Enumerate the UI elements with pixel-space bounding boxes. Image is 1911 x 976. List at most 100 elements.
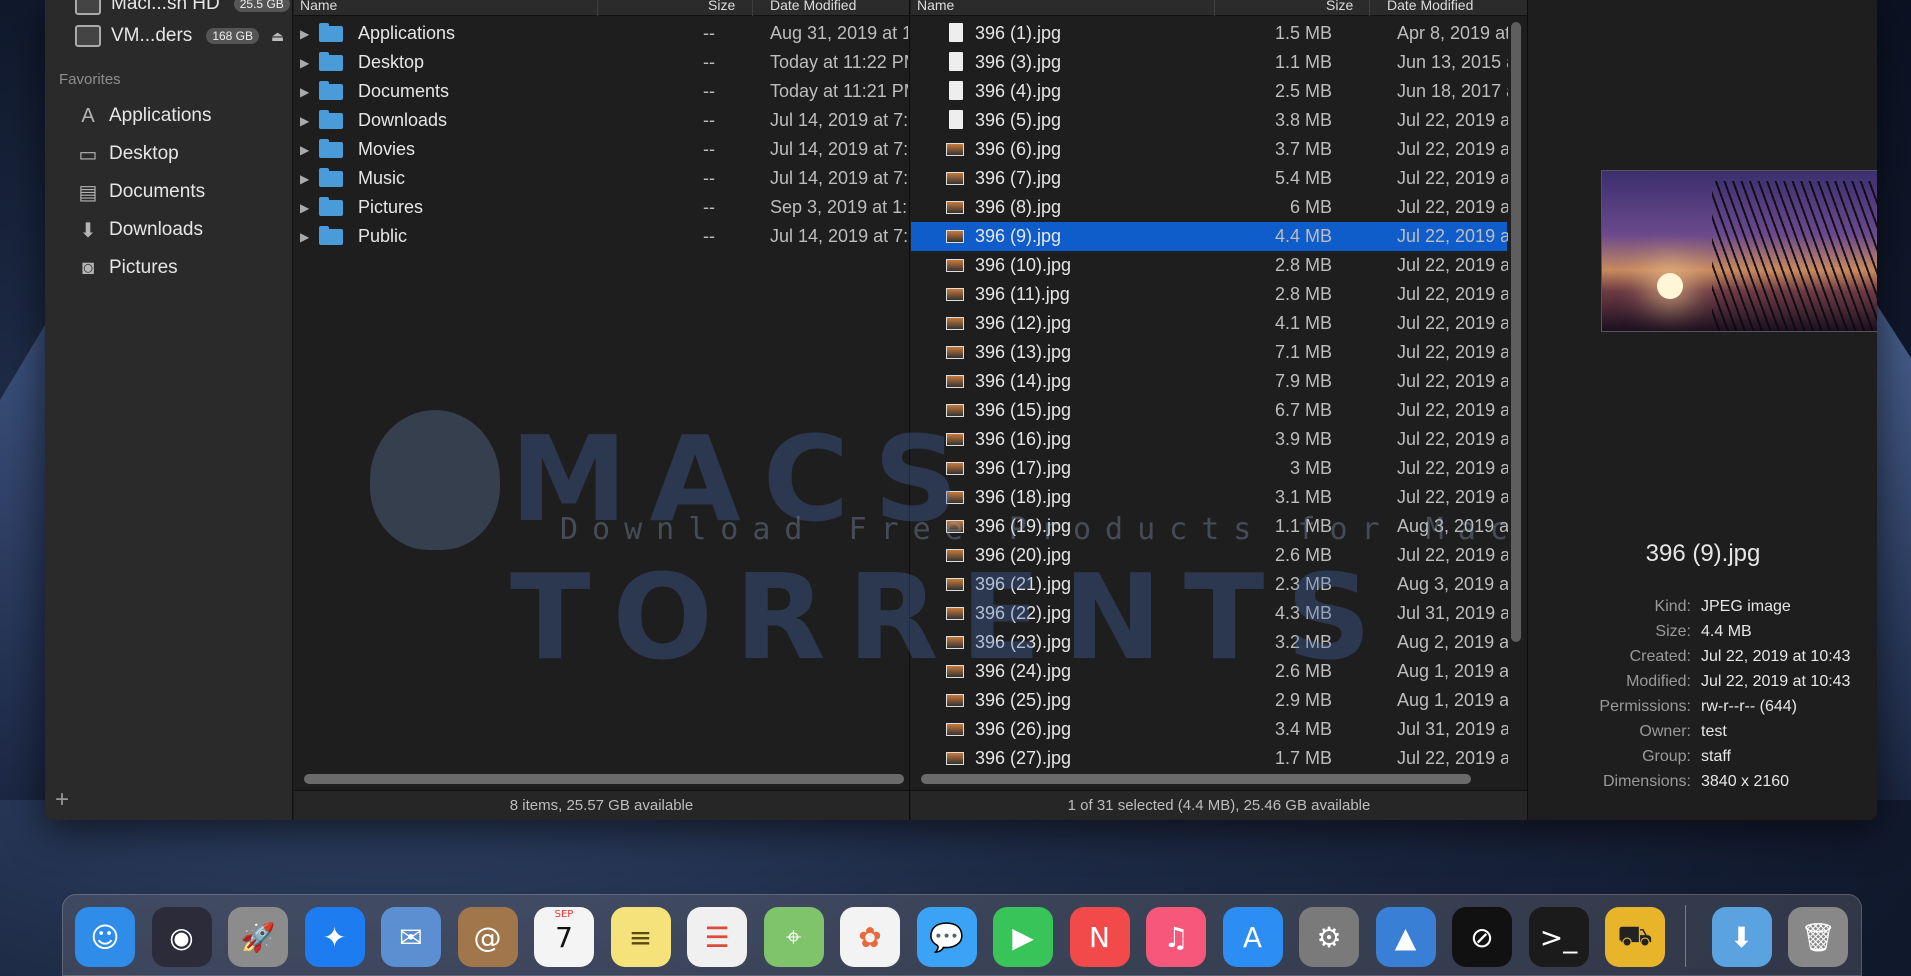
notes-icon[interactable]: ≡ <box>610 907 671 967</box>
finder-icon[interactable]: ☺ <box>75 907 135 967</box>
file-row[interactable]: 396 (24).jpg 2.6 MB Aug 1, 2019 at 12:5 <box>911 657 1508 686</box>
file-row[interactable]: 396 (23).jpg 3.2 MB Aug 2, 2019 at 11:3 <box>911 628 1508 657</box>
storage-badge: 168 GB <box>206 28 260 44</box>
file-row[interactable]: 396 (10).jpg 2.8 MB Jul 22, 2019 at 10:4 <box>911 251 1508 280</box>
file-row[interactable]: 396 (5).jpg 3.8 MB Jul 22, 2019 at 10:4 <box>911 106 1508 135</box>
row-date: Aug 3, 2019 at 4:30 <box>1397 574 1508 594</box>
file-row[interactable]: 396 (6).jpg 3.7 MB Jul 22, 2019 at 10:4 <box>911 135 1508 164</box>
trash-icon[interactable]: 🗑 <box>1788 907 1848 967</box>
sidebar-item-downloads[interactable]: ⬇ Downloads <box>75 214 203 246</box>
name-header[interactable]: Name <box>300 0 337 13</box>
maps-icon[interactable]: ⌖ <box>763 907 824 967</box>
facetime-icon[interactable]: ▶ <box>993 907 1053 967</box>
downloads-folder-icon[interactable]: ⬇ <box>1711 907 1772 967</box>
terminal-icon[interactable]: >_ <box>1528 907 1589 967</box>
row-name: 396 (10).jpg <box>975 255 1072 275</box>
sidebar-item-desktop[interactable]: ▭ Desktop <box>75 138 179 170</box>
folder-row[interactable]: ▶ Movies -- Jul 14, 2019 at 7:04... <box>294 135 909 164</box>
unknown-app-icon[interactable]: ⊘ <box>1452 907 1512 967</box>
date-header[interactable]: Date Modified <box>1387 0 1473 13</box>
jpeg-file-icon <box>949 52 963 71</box>
folder-row[interactable]: ▶ Applications -- Aug 31, 2019 at 11:0... <box>294 19 909 48</box>
file-row[interactable]: 396 (27).jpg 1.7 MB Jul 22, 2019 at 3:3 <box>911 744 1508 773</box>
column-home: Name Size Date Modified ▶ Applications -- A… <box>294 0 910 820</box>
sidebar-device-macintosh-hd[interactable]: Maci...sh HD 25.5 GB <box>75 0 290 18</box>
file-row[interactable]: 396 (25).jpg 2.9 MB Aug 1, 2019 at 12:5 <box>911 686 1508 715</box>
siri-icon[interactable]: ◉ <box>151 907 212 967</box>
disclosure-triangle-icon[interactable]: ▶ <box>300 114 309 128</box>
dock-glyph: ⚙ <box>1316 920 1342 954</box>
horizontal-scrollbar[interactable] <box>921 774 1471 784</box>
sidebar-device-vm[interactable]: VM...ders 168 GB ⏏ <box>75 22 284 50</box>
reminders-icon[interactable]: ☰ <box>687 907 747 967</box>
row-size: 1.1 MB <box>1274 52 1332 72</box>
folder-row[interactable]: ▶ Desktop -- Today at 11:22 PM <box>294 48 909 77</box>
sidebar-item-documents[interactable]: ▤ Documents <box>75 176 206 208</box>
file-row[interactable]: 396 (17).jpg 3 MB Jul 22, 2019 at 10:4 <box>911 454 1508 483</box>
music-icon[interactable]: ♫ <box>1146 907 1206 967</box>
file-row[interactable]: 396 (19).jpg 1.1 MB Aug 3, 2019 at 4:33 <box>911 512 1508 541</box>
file-row[interactable]: 396 (22).jpg 4.3 MB Jul 31, 2019 at 1:3 <box>911 599 1508 628</box>
disclosure-triangle-icon[interactable]: ▶ <box>300 85 309 99</box>
file-row[interactable]: 396 (3).jpg 1.1 MB Jun 13, 2015 at 9:1 <box>911 48 1508 77</box>
horizontal-scrollbar[interactable] <box>304 774 904 784</box>
file-row[interactable]: 396 (1).jpg 1.5 MB Apr 8, 2019 at 6:20 <box>911 19 1508 48</box>
altitude-app-icon[interactable]: ▲ <box>1375 907 1436 967</box>
eject-icon[interactable]: ⏏ <box>271 28 284 45</box>
file-row[interactable]: 396 (4).jpg 2.5 MB Jun 18, 2017 at 3:2 <box>911 77 1508 106</box>
calendar-icon[interactable]: 7 SEP <box>534 907 594 967</box>
file-row[interactable]: 396 (11).jpg 2.8 MB Jul 22, 2019 at 10:4 <box>911 280 1508 309</box>
folder-icon <box>319 81 343 100</box>
sidebar-item-applications[interactable]: A Applications <box>75 100 211 132</box>
row-name: 396 (17).jpg <box>975 458 1072 478</box>
system-preferences-icon[interactable]: ⚙ <box>1299 907 1359 967</box>
file-row[interactable]: 396 (12).jpg 4.1 MB Jul 22, 2019 at 10:4 <box>911 309 1508 338</box>
mail-icon[interactable]: ✉ <box>381 907 441 967</box>
file-row[interactable]: 396 (20).jpg 2.6 MB Jul 22, 2019 at 3:3 <box>911 541 1508 570</box>
safari-icon[interactable]: ✦ <box>304 907 365 967</box>
row-size: 3.7 MB <box>1274 139 1332 159</box>
folder-row[interactable]: ▶ Public -- Jul 14, 2019 at 7:04... <box>294 222 909 251</box>
image-thumbnail-icon <box>946 607 964 620</box>
add-icon[interactable]: + <box>55 786 69 814</box>
contacts-icon[interactable]: @ <box>457 907 518 967</box>
file-row[interactable]: 396 (16).jpg 3.9 MB Jul 22, 2019 at 10:4 <box>911 425 1508 454</box>
disclosure-triangle-icon[interactable]: ▶ <box>300 56 309 70</box>
row-size: -- <box>703 168 715 188</box>
file-row[interactable]: 396 (8).jpg 6 MB Jul 22, 2019 at 10:4 <box>911 193 1508 222</box>
file-row[interactable]: 396 (13).jpg 7.1 MB Jul 22, 2019 at 10:4 <box>911 338 1508 367</box>
file-row[interactable]: 396 (26).jpg 3.4 MB Jul 31, 2019 at 1:3 <box>911 715 1508 744</box>
file-row[interactable]: 396 (18).jpg 3.1 MB Jul 22, 2019 at 10:4 <box>911 483 1508 512</box>
disclosure-triangle-icon[interactable]: ▶ <box>300 143 309 157</box>
photos-icon[interactable]: ✿ <box>840 907 900 967</box>
file-row[interactable]: 396 (14).jpg 7.9 MB Jul 22, 2019 at 10:4 <box>911 367 1508 396</box>
vertical-scrollbar[interactable] <box>1511 22 1521 642</box>
row-name: 396 (15).jpg <box>975 400 1072 420</box>
file-row[interactable]: 396 (15).jpg 6.7 MB Jul 22, 2019 at 10:4 <box>911 396 1508 425</box>
messages-icon[interactable]: 💬 <box>916 907 977 967</box>
name-header[interactable]: Name <box>917 0 954 13</box>
folder-row[interactable]: ▶ Pictures -- Sep 3, 2019 at 1:53... <box>294 193 909 222</box>
forklift-icon[interactable]: ⛟ <box>1605 907 1665 967</box>
launchpad-icon[interactable]: 🚀 <box>228 907 288 967</box>
row-date: Jul 22, 2019 at 10:4 <box>1397 284 1508 304</box>
row-date: Jul 22, 2019 at 10:4 <box>1397 168 1508 188</box>
size-header[interactable]: Size <box>1326 0 1353 13</box>
news-icon[interactable]: N <box>1069 907 1130 967</box>
disclosure-triangle-icon[interactable]: ▶ <box>300 172 309 186</box>
file-row-selected[interactable]: 396 (9).jpg 4.4 MB Jul 22, 2019 at 10:4 <box>911 222 1508 251</box>
folder-row[interactable]: ▶ Documents -- Today at 11:21 PM <box>294 77 909 106</box>
sidebar-item-pictures[interactable]: ◙ Pictures <box>75 252 178 284</box>
size-header[interactable]: Size <box>708 0 735 13</box>
disclosure-triangle-icon[interactable]: ▶ <box>300 230 309 244</box>
file-row[interactable]: 396 (7).jpg 5.4 MB Jul 22, 2019 at 10:4 <box>911 164 1508 193</box>
file-row[interactable]: 396 (21).jpg 2.3 MB Aug 3, 2019 at 4:30 <box>911 570 1508 599</box>
folder-row[interactable]: ▶ Music -- Jul 14, 2019 at 7:04... <box>294 164 909 193</box>
disclosure-triangle-icon[interactable]: ▶ <box>300 201 309 215</box>
pictures-icon: ◙ <box>81 256 95 279</box>
folder-row[interactable]: ▶ Downloads -- Jul 14, 2019 at 7:04... <box>294 106 909 135</box>
disclosure-triangle-icon[interactable]: ▶ <box>300 27 309 41</box>
row-name: 396 (8).jpg <box>975 197 1062 217</box>
date-header[interactable]: Date Modified <box>770 0 856 13</box>
app-store-icon[interactable]: A <box>1222 907 1283 967</box>
